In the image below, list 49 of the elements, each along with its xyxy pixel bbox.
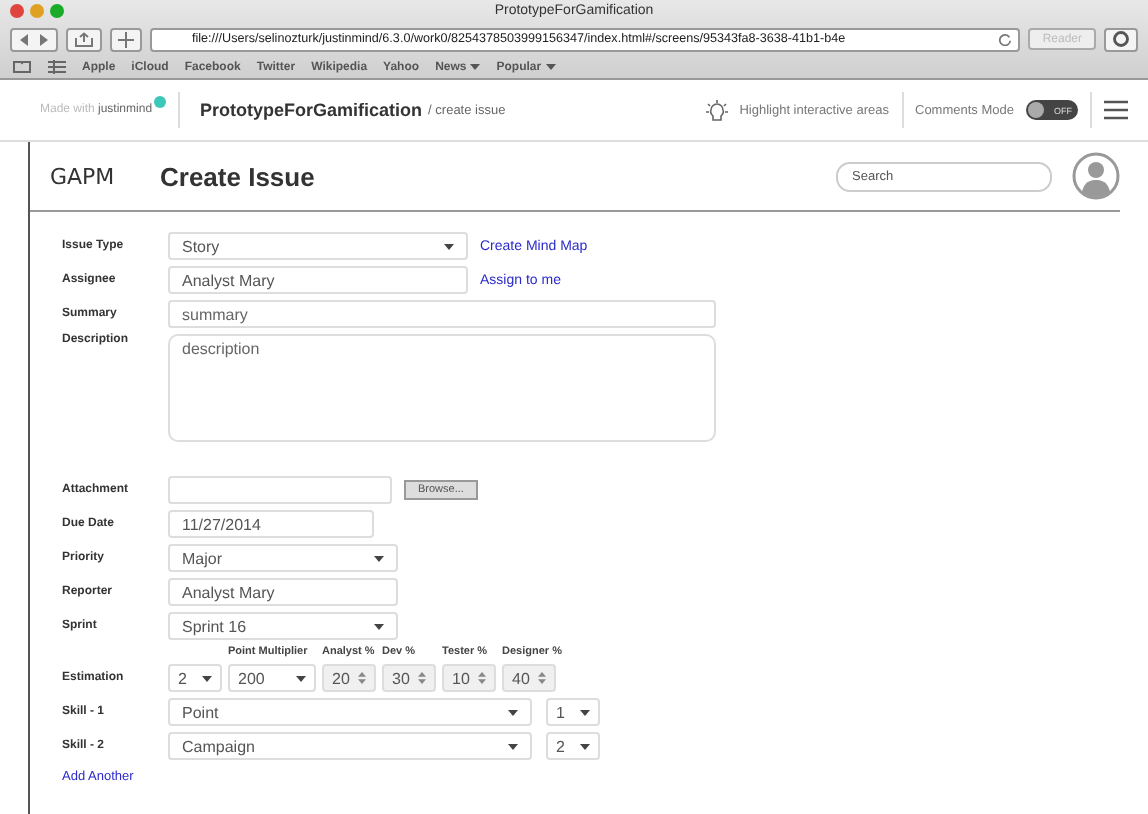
number-spinner[interactable]: 30 [382,664,436,692]
zoom-button[interactable] [50,4,64,18]
file-field[interactable] [168,476,392,504]
book-icon[interactable] [12,60,32,74]
page-title: Create Issue [160,161,315,191]
dropdown[interactable]: 1 [546,698,600,726]
share-icon[interactable] [66,27,102,51]
text-field[interactable]: summary [168,300,716,328]
stepper-icon [358,672,366,684]
dropdown[interactable]: 200 [228,664,316,692]
stepper-icon [418,672,426,684]
reload-icon[interactable] [998,32,1013,46]
avatar-icon[interactable] [1072,152,1120,200]
dropdown[interactable]: 2 [546,732,600,760]
caret-icon [580,709,590,715]
dropdown[interactable]: Campaign [168,732,532,760]
back-forward-buttons[interactable] [10,27,58,51]
caret-icon [374,623,384,629]
dropdown[interactable]: 2 [168,664,222,692]
caret-icon [470,64,481,70]
status-dot [154,96,167,108]
stepper-icon [538,672,546,684]
description-field[interactable]: description [168,334,716,442]
dropdown[interactable]: Sprint 16 [168,612,398,640]
caret-icon [508,709,518,715]
caret-icon [202,675,212,681]
new-tab-icon[interactable] [110,27,142,51]
logo: GAPM [50,163,117,189]
dropdown[interactable]: Major [168,544,398,572]
grid-icon[interactable] [48,60,66,74]
close-button[interactable] [10,4,24,18]
caret-icon [444,243,454,249]
stepper-icon [478,672,486,684]
number-spinner[interactable]: 40 [502,664,556,692]
number-spinner[interactable]: 20 [322,664,376,692]
caret-icon [508,743,518,749]
project-name: PrototypeForGamification [200,100,423,120]
dropdown[interactable]: Point [168,698,532,726]
dropdown[interactable]: Story [168,232,468,260]
text-field[interactable]: Analyst Mary [168,266,468,294]
lightbulb-icon[interactable] [705,99,728,121]
caret-icon [545,64,556,70]
caret-icon [580,743,590,749]
menu-icon[interactable] [1104,100,1128,120]
caret-icon [374,555,384,561]
caret-icon [296,675,306,681]
text-field[interactable]: 11/27/2014 [168,510,374,538]
number-spinner[interactable]: 10 [442,664,496,692]
text-field[interactable]: Analyst Mary [168,578,398,606]
